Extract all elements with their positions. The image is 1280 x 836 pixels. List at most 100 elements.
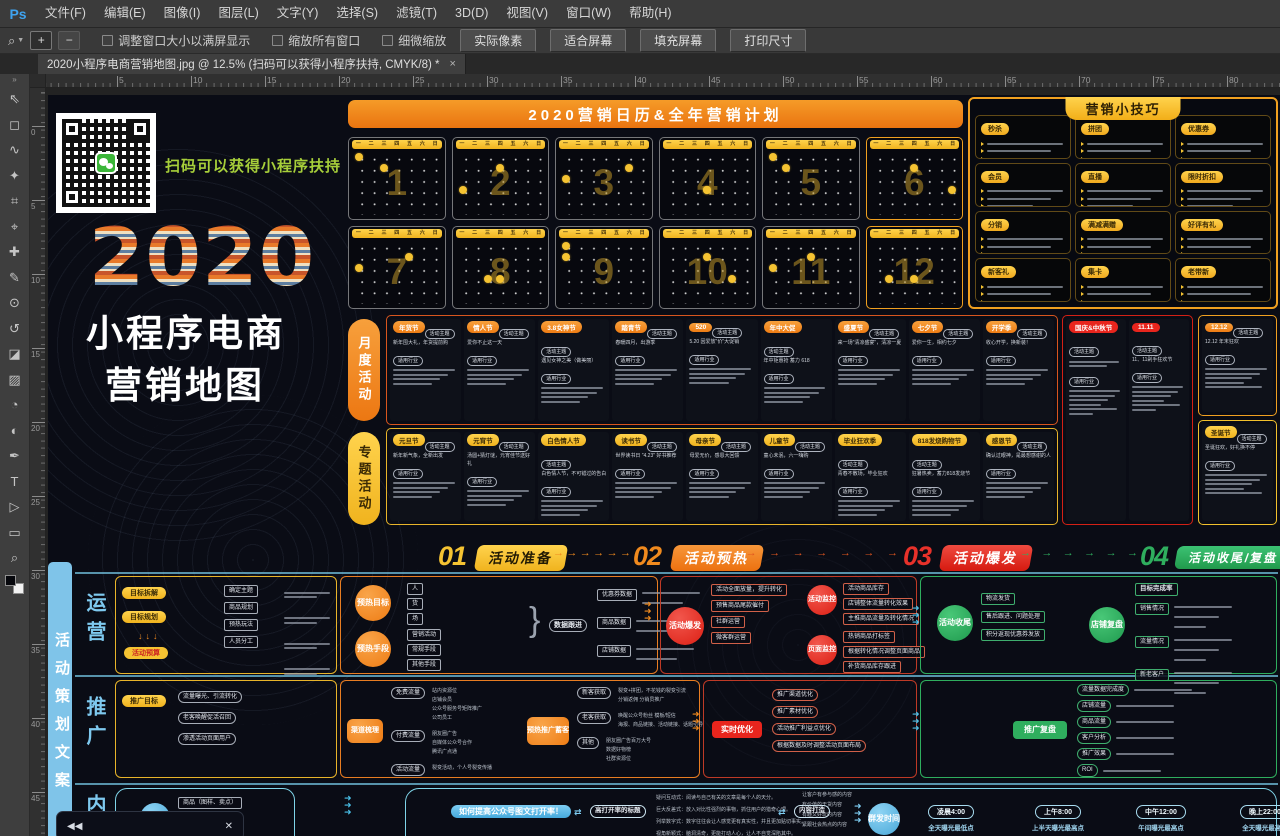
text-line [1134,689,1192,691]
menu-item[interactable]: 视图(V) [497,0,557,27]
festival-card: 圣诞节活动主题圣诞狂欢，好礼换不停适用行业 [1202,424,1273,521]
festival-card: 520活动主题5.20 因爱放"价"大促销适用行业 [686,319,757,421]
menu-item[interactable]: 文字(Y) [268,0,328,27]
theme-label: 活动主题 [499,329,529,339]
text-line [1187,143,1263,145]
history-brush-tool-icon[interactable]: ↺ [0,316,30,342]
move-tool-icon[interactable]: ⇖ [0,86,30,112]
dodge-tool-icon[interactable]: ◐ [0,418,30,444]
menu-item[interactable]: 选择(S) [327,0,387,27]
arrow-icon: ➜ [644,615,652,622]
checkbox-box[interactable] [272,35,283,46]
tip-card: 限时折扣 [1175,163,1271,207]
marquee-tool-icon[interactable]: ◻ [0,112,30,138]
menu-item[interactable]: 帮助(H) [620,0,680,27]
flow-box: 推广渠道优化 [772,689,818,701]
ruler-mark: 10 [31,276,40,285]
node [981,149,1065,153]
canvas-area[interactable]: 扫码可以获得小程序扶持 2020 小程序电商 营销地图 2020营销日历&全年营… [46,88,1280,836]
view-button[interactable]: 打印尺寸 [730,29,806,52]
node: 预热目标 [355,585,391,621]
flow-box: 老客获取 [577,712,611,724]
rewind-icon[interactable]: ◀◀ [67,821,82,832]
dash: → [620,547,631,559]
menu-item[interactable]: 3D(D) [446,0,497,27]
text-line [1069,390,1120,392]
photoshop-logo: Ps [0,6,36,22]
lasso-tool-icon[interactable]: ∿ [0,137,30,163]
text-line [912,369,974,371]
blur-tool-icon[interactable]: ◔ [0,392,30,418]
magic-wand-tool-icon[interactable]: ✦ [0,163,30,189]
text-line [1205,373,1260,375]
bullet-icon [1181,292,1184,296]
text-line [986,374,1041,376]
view-checkbox[interactable]: 缩放所有窗口 [272,32,360,49]
brush-tool-icon[interactable]: ✎ [0,265,30,291]
zoom-in-button[interactable]: + [30,31,52,50]
ruler-mark: 75 [1155,75,1164,85]
bullet-icon [981,292,984,296]
menu-item[interactable]: 图层(L) [209,0,267,27]
document-tab[interactable]: 2020小程序电商营销地图.jpg @ 12.5% (扫码可以获得小程序扶持, … [38,54,466,74]
text-line [986,482,1048,484]
crop-tool-icon[interactable]: ⌗ [0,188,30,214]
healing-brush-tool-icon[interactable]: ✚ [0,239,30,265]
theme-text: 爱你不止这一天 [467,340,532,348]
foreground-color-swatch[interactable] [5,575,16,586]
view-checkbox[interactable]: 调整窗口大小以满屏显示 [102,32,250,49]
menu-item[interactable]: 图像(I) [155,0,210,27]
tip-card: 新客礼 [975,258,1071,302]
close-icon[interactable]: ✕ [225,821,233,832]
text-line [1087,293,1151,295]
flow-text: 列举数字式：数字往往会让人感觉更有真实性，并且更加贴切事实。 [656,818,806,827]
color-swatches[interactable] [5,575,24,594]
gradient-tool-icon[interactable]: ▨ [0,367,30,393]
zoom-tool-icon[interactable]: ⌕ [0,545,30,571]
view-button[interactable]: 填充屏幕 [640,29,716,52]
flow-box: 店铺整体流量转化效果 [843,598,913,610]
collapse-panel-icon[interactable]: » [12,74,16,86]
text-line [1205,488,1244,490]
tip-card: 分销 [975,211,1071,255]
pen-tool-icon[interactable]: ✒ [0,443,30,469]
menu-item[interactable]: 滤镜(T) [387,0,446,27]
close-tab-icon[interactable]: × [450,58,456,70]
dropdown-caret-icon[interactable]: ▼ [17,37,24,44]
checkbox-box[interactable] [382,35,393,46]
dash: → [1041,547,1052,559]
text-line [1087,286,1163,288]
text-line [1087,253,1133,254]
shape-tool-icon[interactable]: ▭ [0,520,30,546]
type-tool-icon[interactable]: T [0,469,30,495]
checkbox-box[interactable] [102,35,113,46]
text-line [689,373,744,375]
phase4-badge: 活动收尾/复盘 [1174,546,1280,569]
text-line [393,374,448,376]
menu-item[interactable]: 编辑(E) [95,0,155,27]
view-button[interactable]: 实际像素 [460,29,536,52]
node [981,204,1065,206]
view-button[interactable]: 适合屏幕 [550,29,626,52]
node: 活动监控 [807,585,837,615]
eraser-tool-icon[interactable]: ◪ [0,341,30,367]
path-select-tool-icon[interactable]: ▷ [0,494,30,520]
zoom-tool-icon[interactable]: ⌕▼ [8,33,24,49]
zoom-out-button[interactable]: − [58,31,80,50]
text-line [689,496,728,498]
menu-item[interactable]: 文件(F) [36,0,95,27]
eyedropper-tool-icon[interactable]: ⌖ [0,214,30,240]
industry-label: 适用行业 [541,374,571,384]
text-line [838,378,885,380]
theme-label: 活动主题 [869,329,899,339]
industry-label: 适用行业 [986,469,1016,479]
clone-stamp-tool-icon[interactable]: ⊙ [0,290,30,316]
view-checkbox[interactable]: 细微缩放 [382,32,446,49]
theme-text: 爱你一生，相约七夕 [912,340,977,348]
text-line [541,396,588,398]
menu-item[interactable]: 窗口(W) [557,0,620,27]
bullet-icon [1081,245,1084,249]
flow-text: 裂变+拼团，不花钱的裂变引流 [618,687,686,696]
monthly-activities-box: 年货节活动主题新年囤大礼，年货提前购适用行业情人节活动主题爱你不止这一天适用行业… [386,315,1058,425]
flow-text: 分销返佣 分销员推广 [618,696,686,705]
